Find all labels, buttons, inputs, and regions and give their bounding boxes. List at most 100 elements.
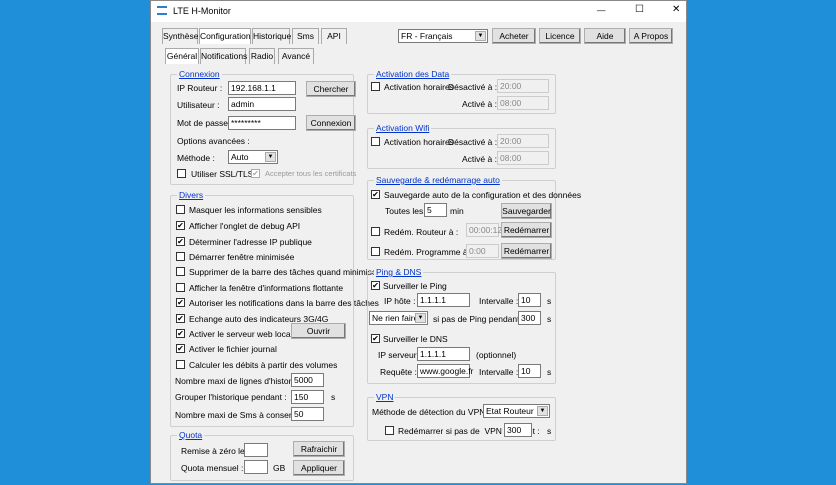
tab-configuration[interactable]: Configuration [199,28,251,44]
vpn-method-select[interactable]: Etat Routeur ▼ [483,404,550,418]
wifi-title: Activation Wifi [374,123,432,133]
data-title: Activation des Data [374,69,452,79]
history-input[interactable]: 5000 [291,373,324,387]
options-label: Options avancées : [177,136,250,146]
divers-checkbox[interactable] [176,252,185,261]
accept-certs-checkbox[interactable]: ✔ [251,169,260,178]
data-off-label: Désactivé à : [448,82,498,92]
divers-checkbox[interactable]: ✔ [176,344,185,353]
divers-checkbox-label: Afficher la fenêtre d'informations flott… [189,283,344,293]
host-input[interactable]: 1.1.1.1 [417,293,470,307]
reset-label: Remise à zéro le : [181,446,250,456]
sms-input[interactable]: 50 [291,407,324,421]
divers-checkbox-label: Activer le fichier journal [189,344,277,354]
reset-input[interactable] [244,443,268,457]
noping-label: si pas de Ping pendant : [433,314,525,324]
subtab-avance[interactable]: Avancé [278,48,314,64]
save-button[interactable]: Sauvegarder [501,203,552,219]
accept-certs-label: Accepter tous les certificats [265,169,357,178]
router-restart-checkbox[interactable] [371,227,380,236]
router-restart-input[interactable]: 00:00:12 [466,223,502,237]
vpn-restart-checkbox[interactable] [385,426,394,435]
divers-checkbox[interactable] [176,267,185,276]
licence-button[interactable]: Licence [539,28,581,44]
subtab-general[interactable]: Général [165,48,199,64]
about-button[interactable]: A Propos [629,28,673,44]
divers-checkbox[interactable]: ✔ [176,221,185,230]
wifi-on-label: Activé à : [462,154,497,164]
subtab-notifications[interactable]: Notifications [200,48,247,64]
language-select[interactable]: FR - Français ▼ [398,29,488,43]
data-on-input[interactable]: 08:00 [497,96,549,110]
divers-checkbox[interactable] [176,360,185,369]
autosave-checkbox[interactable]: ✔ [371,190,380,199]
monthly-input[interactable] [244,460,268,474]
divers-checkbox-label: Calculer les débits à partir des volumes [189,360,338,370]
password-label: Mot de passe : [177,118,233,128]
divers-checkbox-label: Afficher l'onglet de debug API [189,221,301,231]
buy-button[interactable]: Acheter [492,28,536,44]
save-title: Sauvegarde & redémarrage auto [374,175,502,185]
open-button[interactable]: Ouvrir [291,323,346,339]
group-unit: s [331,392,336,402]
wifi-on-input[interactable]: 08:00 [497,151,549,165]
data-schedule-checkbox[interactable] [371,82,380,91]
ssl-checkbox[interactable] [177,169,186,178]
vpn-restart-input[interactable]: 300 [504,423,532,437]
group-label: Grouper l'historique pendant : [175,392,287,402]
server-input[interactable]: 1.1.1.1 [417,347,470,361]
connect-button[interactable]: Connexion [306,115,356,131]
ping-checkbox[interactable]: ✔ [371,281,380,290]
vpn-restart-unit: s [547,426,552,436]
password-input[interactable]: ********* [228,116,296,130]
every-label: Toutes les : [385,206,428,216]
divers-checkbox[interactable]: ✔ [176,329,185,338]
router-restart-button[interactable]: Redémarrer [501,222,552,238]
tab-sms[interactable]: Sms [292,28,319,44]
app-window: LTE H-Monitor — ☐ ✕ Synthèse Configurati… [150,0,687,484]
search-button[interactable]: Chercher [306,81,356,97]
tab-synthese[interactable]: Synthèse [162,28,198,44]
help-button[interactable]: Aide [584,28,626,44]
subtab-radio[interactable]: Radio [249,48,275,64]
divers-checkbox[interactable]: ✔ [176,298,185,307]
refresh-button[interactable]: Rafraichir [293,441,345,457]
divers-checkbox[interactable] [176,205,185,214]
vpn-method-value: Etat Routeur [486,406,534,416]
interval-input[interactable]: 10 [518,293,541,307]
dns-checkbox[interactable]: ✔ [371,334,380,343]
sms-label: Nombre maxi de Sms à conserver : [175,410,309,420]
group-input[interactable]: 150 [291,390,324,404]
monthly-label: Quota mensuel : [181,463,244,473]
divers-checkbox[interactable] [176,283,185,292]
quota-title: Quota [177,430,205,440]
data-off-input[interactable]: 20:00 [497,79,549,93]
apply-button[interactable]: Appliquer [293,460,345,476]
optional-label: (optionnel) [476,350,517,360]
wifi-off-input[interactable]: 20:00 [497,134,549,148]
wifi-schedule-label: Activation horaires [384,137,454,147]
prog-restart-checkbox[interactable] [371,247,380,256]
tab-api[interactable]: API [321,28,347,44]
divers-title: Divers [177,190,206,200]
query-input[interactable]: www.google.fr [417,364,473,378]
prog-restart-input[interactable]: 0:00 [466,244,499,258]
divers-checkbox[interactable]: ✔ [176,237,185,246]
content: Synthèse Configuration Historique Sms AP… [1,1,836,485]
divers-checkbox[interactable]: ✔ [176,314,185,323]
chevron-down-icon: ▼ [475,31,486,41]
every-unit: min [450,206,464,216]
connexion-title: Connexion [177,69,222,79]
wifi-schedule-checkbox[interactable] [371,137,380,146]
dns-interval-input[interactable]: 10 [518,364,541,378]
action-select[interactable]: Ne rien faire ▼ [369,311,428,325]
prog-restart-button[interactable]: Redémarrer [501,243,552,259]
interval-label: Intervalle : [479,296,519,306]
tab-historique[interactable]: Historique [252,28,291,44]
ip-input[interactable]: 192.168.1.1 [228,81,296,95]
user-input[interactable]: admin [228,97,296,111]
method-select[interactable]: Auto ▼ [228,150,278,164]
chevron-down-icon: ▼ [265,152,276,162]
noping-input[interactable]: 300 [518,311,541,325]
every-input[interactable]: 5 [424,203,447,217]
